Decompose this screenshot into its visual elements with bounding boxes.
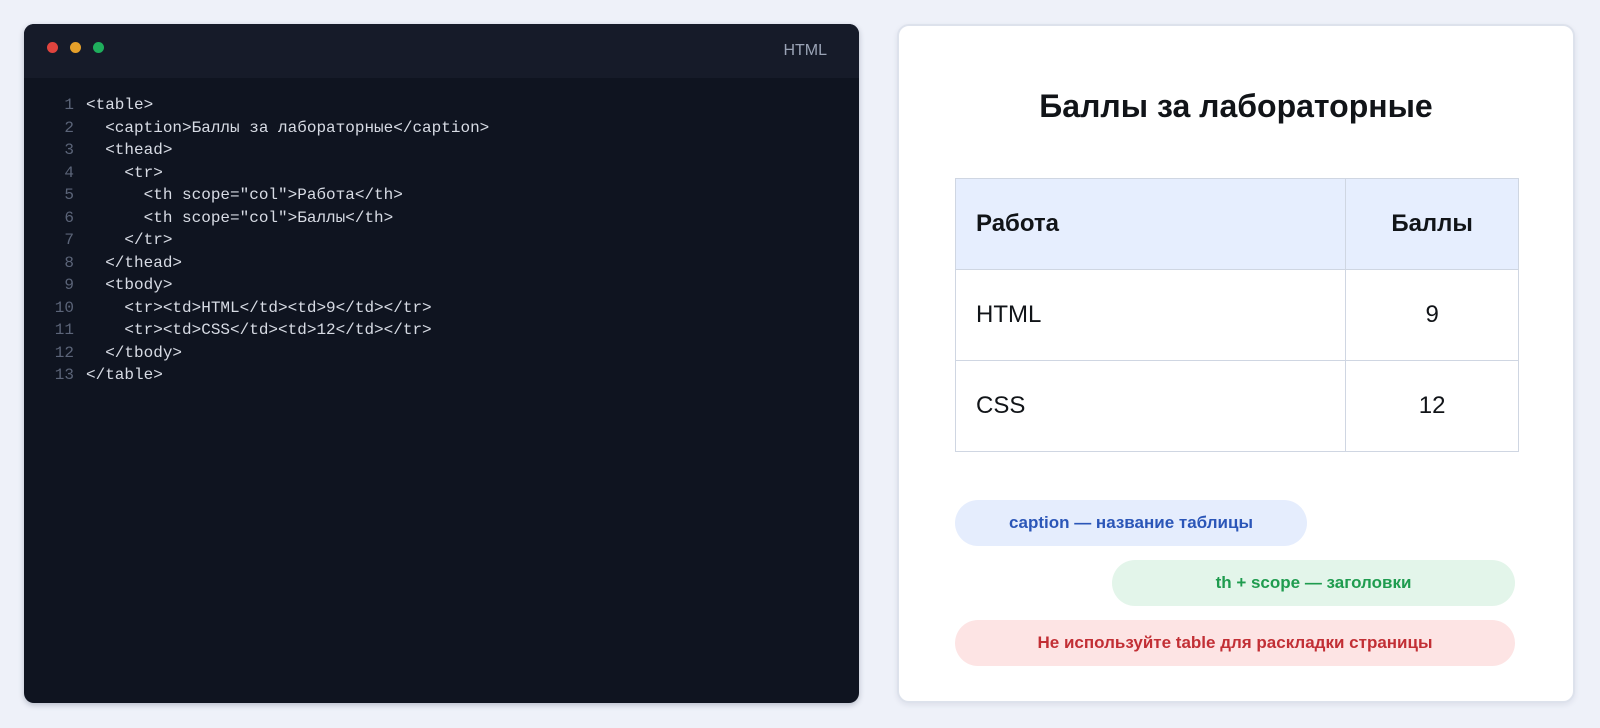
minimize-window-dot[interactable] (70, 42, 81, 53)
code-text: </thead> (86, 253, 183, 272)
editor-titlebar: HTML (24, 24, 859, 78)
code-text: <tr><td>HTML</td><td>9</td></tr> (86, 298, 432, 317)
close-window-dot[interactable] (47, 42, 58, 53)
th-scope-note-badge: th + scope — заголовки (1112, 560, 1515, 606)
code-text: <tbody> (86, 276, 173, 294)
table-row: HTML 9 (954, 269, 1519, 361)
code-line: 4 <tr> (24, 162, 859, 185)
line-number: 12 (54, 343, 74, 362)
preview-panel: Баллы за лабораторные Работа Баллы HTML … (897, 24, 1575, 703)
line-number: 2 (64, 118, 74, 137)
line-number: 13 (54, 366, 74, 384)
code-line: 9 <tbody> (24, 274, 859, 297)
line-number: 3 (64, 141, 74, 159)
code-line: 6 <th scope="col">Баллы</th> (24, 207, 859, 230)
scores-table: Работа Баллы HTML 9 CSS 12 (954, 178, 1519, 452)
table-header-row: Работа Баллы (954, 178, 1519, 270)
code-line: 10 <tr><td>HTML</td><td>9</td></tr> (24, 297, 859, 320)
caption-note-badge: caption — название таблицы (955, 500, 1307, 546)
line-number: 4 (64, 163, 74, 182)
line-number: 1 (64, 96, 74, 114)
cell-work: HTML (954, 269, 1347, 361)
line-number: 10 (54, 298, 74, 317)
code-text: <caption>Баллы за лабораторные</caption> (86, 118, 490, 137)
code-line: 12 </tbody> (24, 342, 859, 365)
layout-warning-badge: Не используйте table для раскладки стран… (955, 620, 1515, 666)
table-row: CSS 12 (954, 360, 1519, 452)
code-line: 3 <thead> (24, 139, 859, 162)
code-line: 1 <table> (24, 94, 859, 117)
line-number: 6 (64, 208, 74, 227)
cell-work: CSS (954, 360, 1347, 452)
header-cell-score: Баллы (1345, 178, 1519, 270)
code-text: <th scope="col">Работа</th> (86, 186, 403, 204)
cell-score: 9 (1345, 269, 1519, 361)
code-text: <table> (86, 96, 154, 114)
code-text: </tr> (86, 231, 173, 249)
code-line: 13 </table> (24, 364, 859, 387)
line-number: 5 (64, 186, 74, 204)
language-label: HTML (783, 42, 827, 59)
maximize-window-dot[interactable] (93, 42, 104, 53)
code-text: <tr> (86, 163, 163, 182)
line-number: 8 (64, 253, 74, 272)
code-text: <tr><td>CSS</td><td>12</td></tr> (86, 321, 432, 339)
table-caption: Баллы за лабораторные (1039, 88, 1433, 124)
code-line: 7 </tr> (24, 229, 859, 252)
cell-score: 12 (1345, 360, 1519, 452)
header-cell-work: Работа (954, 178, 1347, 270)
code-line: 5 <th scope="col">Работа</th> (24, 184, 859, 207)
code-editor: HTML 1 <table> 2 <caption>Баллы за лабора… (24, 24, 859, 703)
code-text: <th scope="col">Баллы</th> (86, 208, 394, 227)
code-line: 2 <caption>Баллы за лабораторные</captio… (24, 117, 859, 140)
code-line: 11 <tr><td>CSS</td><td>12</td></tr> (24, 319, 859, 342)
code-text: </tbody> (86, 343, 183, 362)
line-number: 11 (54, 321, 74, 339)
line-number: 7 (64, 231, 74, 249)
code-text: <thead> (86, 141, 173, 159)
code-text: </table> (86, 366, 163, 384)
line-number: 9 (64, 276, 74, 294)
code-line: 8 </thead> (24, 252, 859, 275)
code-area[interactable]: 1 <table> 2 <caption>Баллы за лабораторны… (24, 94, 859, 387)
